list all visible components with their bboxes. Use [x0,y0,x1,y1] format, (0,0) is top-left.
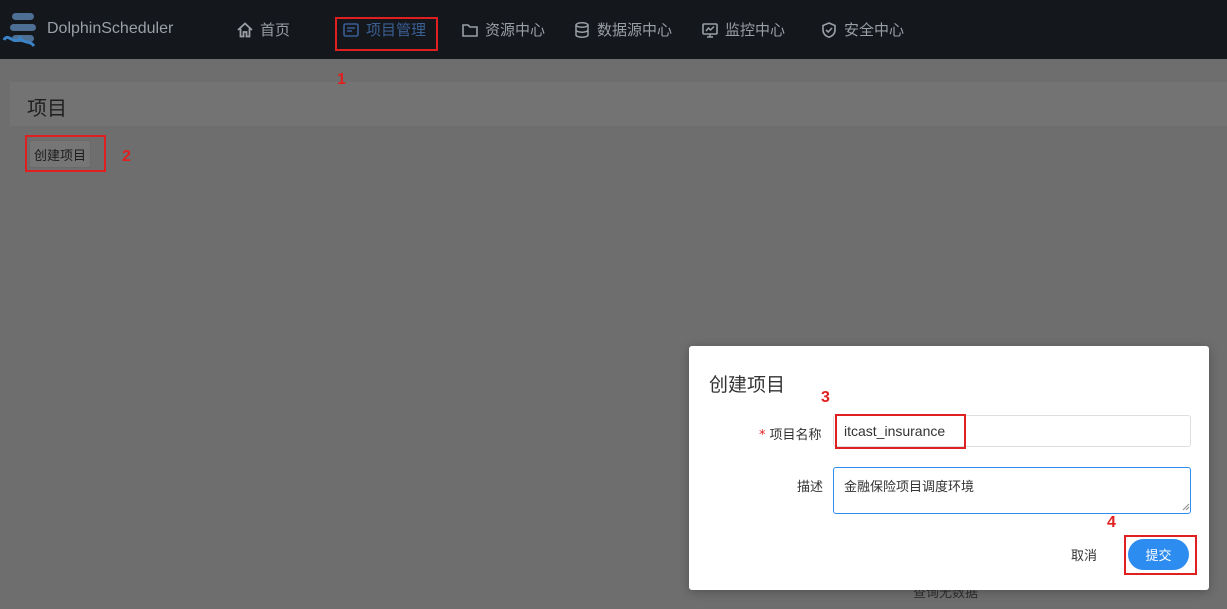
nav-security-center[interactable]: 安全中心 [820,0,904,59]
nav-home-label: 首页 [260,21,291,39]
nav-datasource-center-label: 数据源中心 [597,21,673,39]
cancel-button[interactable]: 取消 [1071,542,1097,566]
shield-icon [822,21,836,38]
page-header: 项目 [10,82,1227,126]
nav-datasource-center[interactable]: 数据源中心 [573,0,672,59]
nav-monitor-center-label: 监控中心 [725,21,786,39]
description-textarea[interactable]: 金融保险项目调度环境 [833,467,1191,514]
dolphin-logo-icon[interactable] [0,10,46,50]
resize-handle-icon[interactable] [1182,503,1190,511]
database-icon [575,21,589,38]
home-icon [237,21,253,37]
nav-resource-center[interactable]: 资源中心 [461,0,545,59]
brand-name[interactable]: DolphinScheduler [47,20,173,38]
nav-security-center-label: 安全中心 [844,21,905,39]
annotation-number-2: 2 [122,148,131,165]
top-navigation-bar: DolphinScheduler 首页 项目管理 资源中心 数据源中心 监控中心… [0,0,1227,59]
project-name-label: * 项目名称 [759,424,822,443]
annotation-number-4: 4 [1107,514,1116,531]
annotation-number-3: 3 [821,389,830,406]
annotation-number-1: 1 [337,71,346,88]
page-title: 项目 [27,96,67,120]
annotation-box-3 [835,414,966,449]
required-mark: * [759,428,766,443]
annotation-box-4 [1124,535,1197,575]
project-name-label-text: 项目名称 [769,428,822,443]
nav-monitor-center[interactable]: 监控中心 [701,0,785,59]
folder-icon [462,23,478,37]
annotation-box-1 [335,17,438,51]
nav-resource-center-label: 资源中心 [485,21,546,39]
modal-title: 创建项目 [709,374,786,396]
monitor-icon [702,22,718,38]
description-label: 描述 [797,480,824,495]
annotation-box-2 [25,135,106,172]
nav-home[interactable]: 首页 [236,0,290,59]
